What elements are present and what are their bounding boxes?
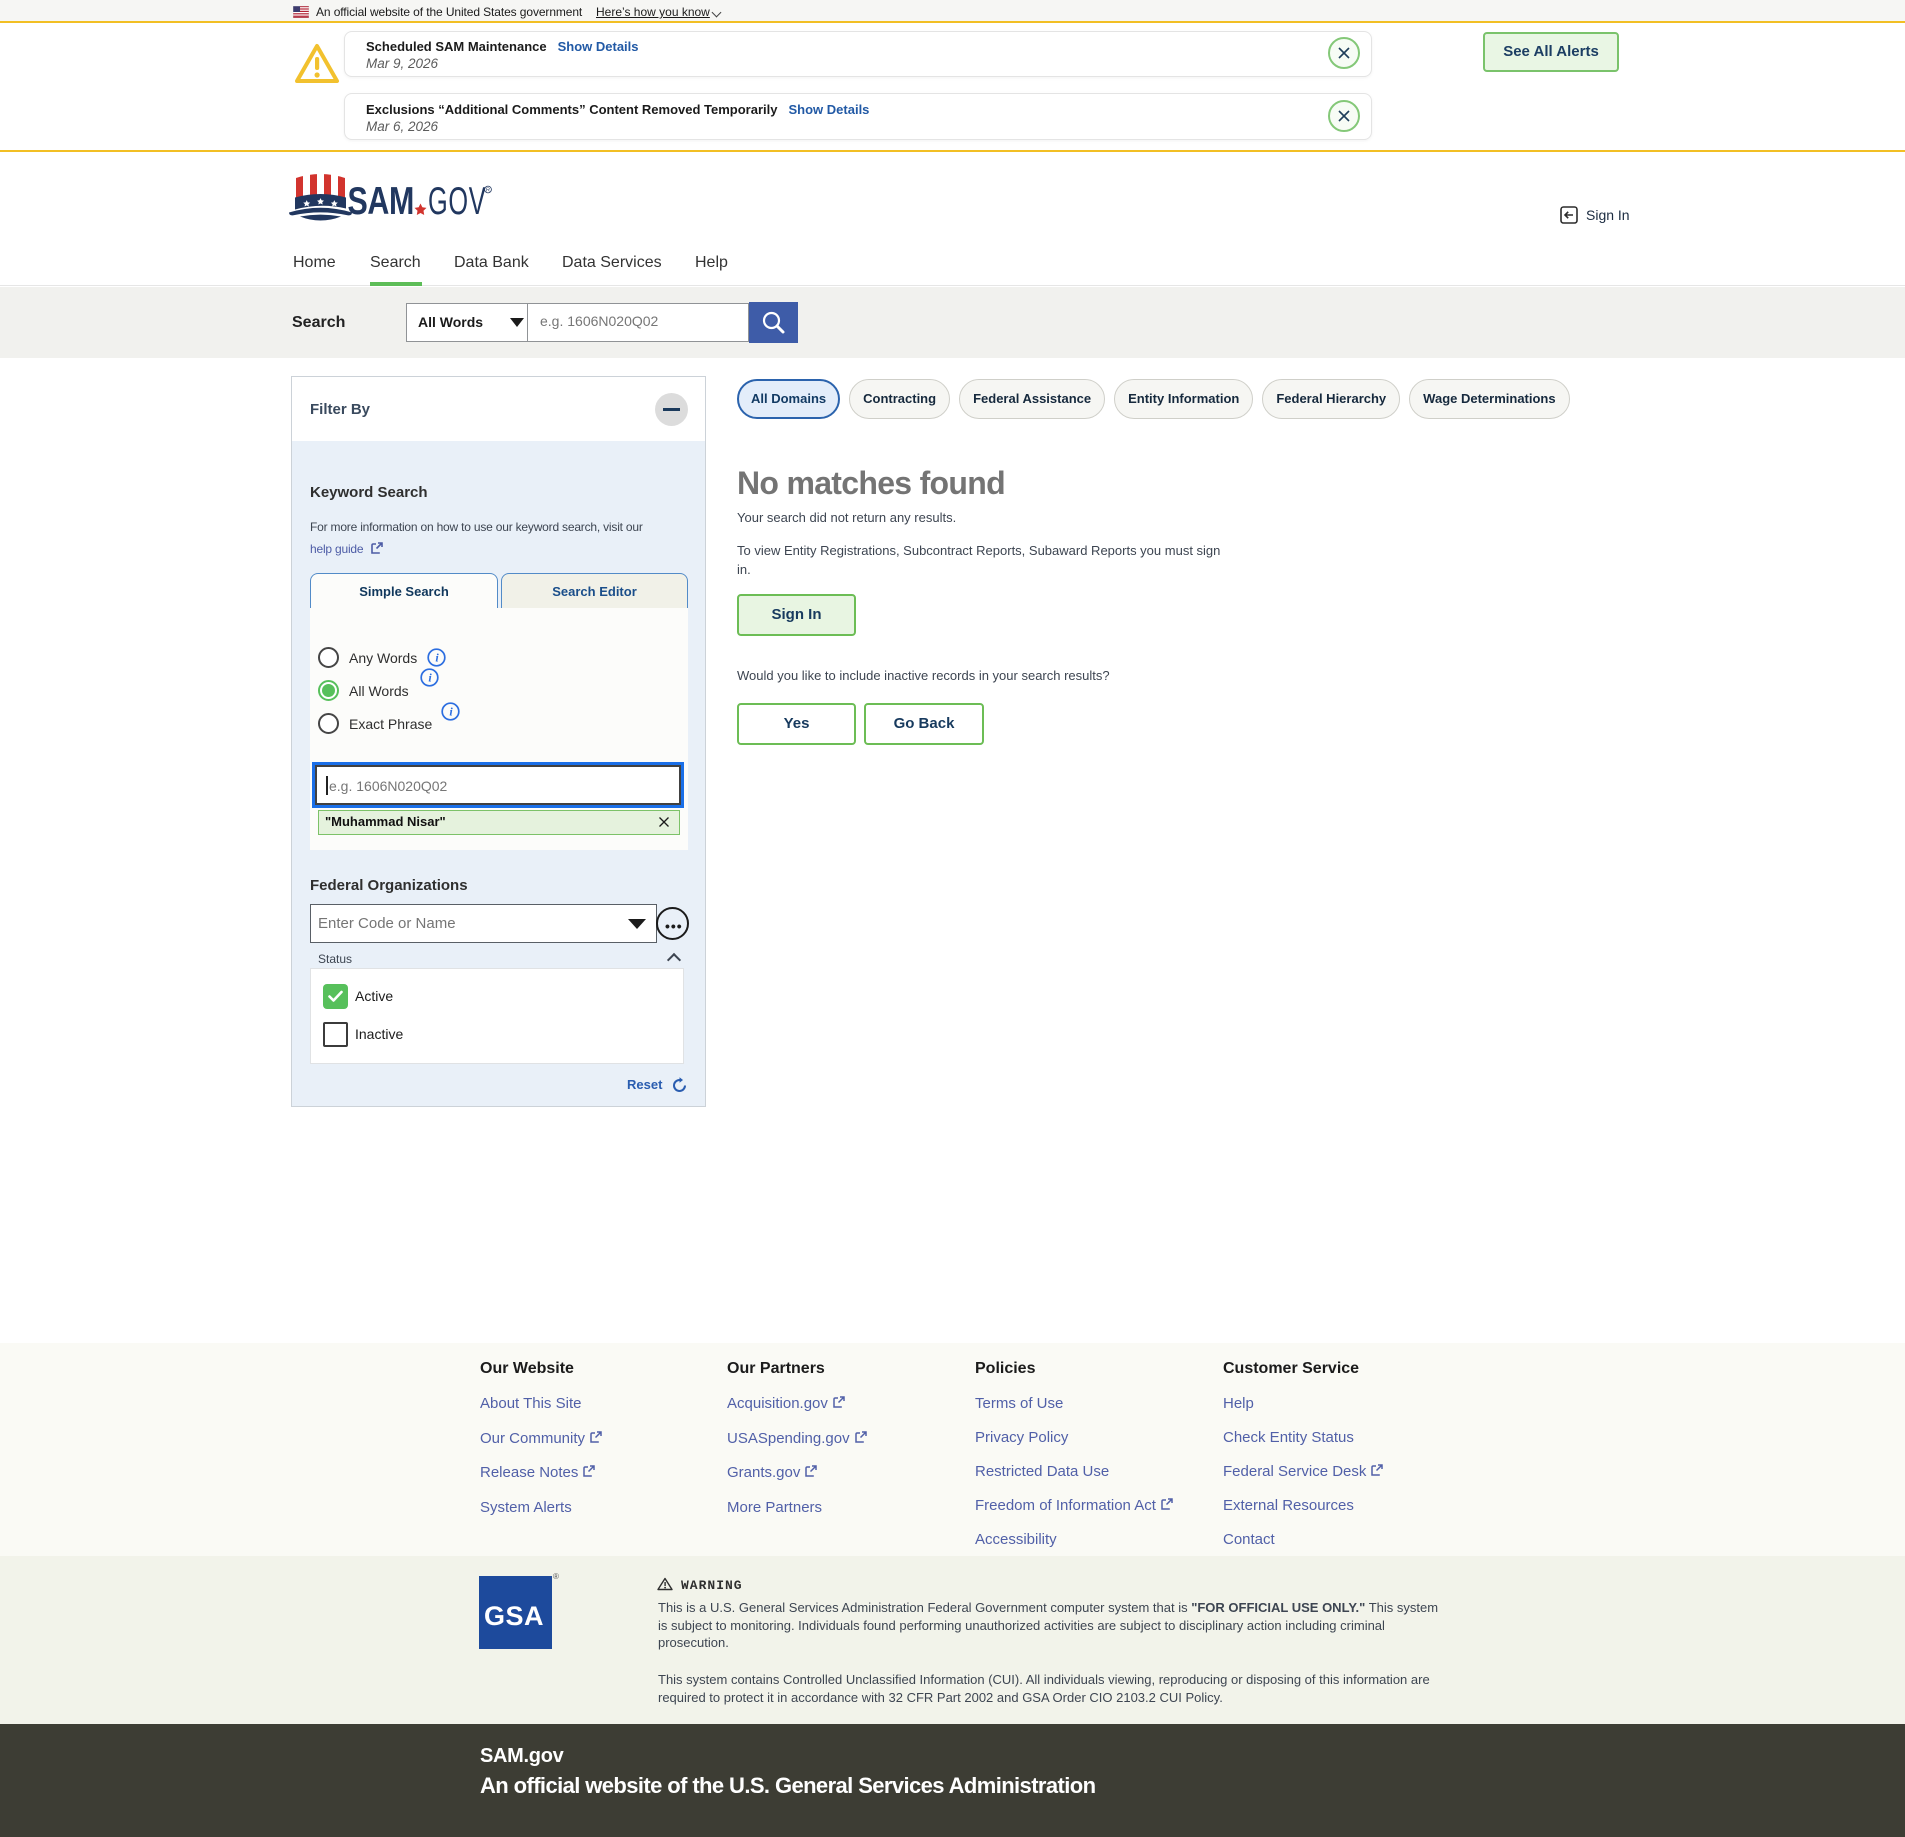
svg-text:R: R <box>486 188 490 194</box>
svg-text:SAM: SAM <box>348 179 414 222</box>
svg-text:GOV: GOV <box>428 178 486 222</box>
